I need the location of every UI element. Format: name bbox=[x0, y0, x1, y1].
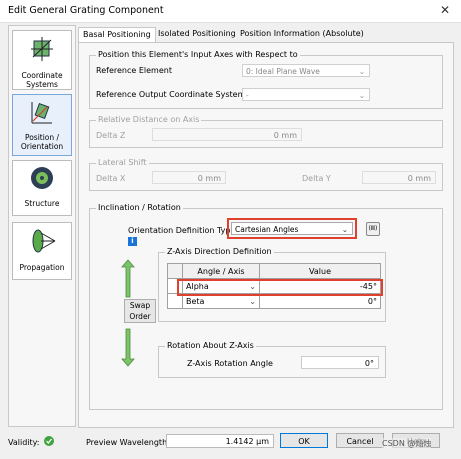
swap-order-button[interactable]: Swap Order bbox=[124, 299, 156, 323]
bottom-bar: Validity: Preview Wavelength 1.4142 µm O… bbox=[0, 428, 461, 459]
tab-position-information[interactable]: Position Information (Absolute) bbox=[236, 27, 368, 41]
delta-z-input[interactable]: 0 mm bbox=[152, 128, 302, 141]
button-label: Order bbox=[129, 312, 151, 321]
nav-label: Position / bbox=[24, 133, 60, 142]
group-title: Rotation About Z-Axis bbox=[165, 341, 256, 350]
delta-y-input[interactable]: 0 mm bbox=[362, 171, 436, 184]
dropdown-value: 0: Ideal Plane Wave bbox=[246, 67, 320, 76]
chevron-down-icon: ⌄ bbox=[358, 91, 365, 100]
dropdown-value: - bbox=[246, 91, 249, 100]
arrow-down-icon bbox=[121, 328, 135, 367]
watermark: CSDN @灿烛 bbox=[382, 438, 432, 449]
position-orientation-icon bbox=[31, 102, 52, 124]
nav-label: Systems bbox=[26, 80, 58, 89]
delta-y-label: Delta Y bbox=[302, 174, 331, 183]
info-icon[interactable]: i bbox=[128, 237, 137, 246]
delta-x-input[interactable]: 0 mm bbox=[152, 171, 226, 184]
nav-label: Propagation bbox=[19, 263, 65, 272]
structure-icon bbox=[31, 167, 53, 189]
nav-structure[interactable]: Structure bbox=[12, 160, 72, 216]
reference-output-dropdown[interactable]: - ⌄ bbox=[242, 88, 370, 101]
nav-label: Orientation bbox=[20, 142, 64, 151]
inclination-rotation-group: Inclination / Rotation Orientation Defin… bbox=[89, 203, 443, 410]
validity-label: Validity: bbox=[8, 438, 40, 447]
reference-element-dropdown[interactable]: 0: Ideal Plane Wave ⌄ bbox=[242, 64, 370, 77]
close-icon[interactable]: ✕ bbox=[440, 3, 450, 17]
reference-element-label: Reference Element bbox=[96, 66, 172, 75]
z-axis-group: Z-Axis Direction Definition Angle / Axis… bbox=[158, 247, 386, 322]
group-title: Lateral Shift bbox=[96, 158, 149, 167]
arrow-up-icon bbox=[121, 259, 135, 298]
title-bar: Edit General Grating Component ✕ bbox=[0, 0, 461, 23]
rotation-angle-label: Z-Axis Rotation Angle bbox=[187, 359, 273, 368]
table-header: Angle / Axis Value bbox=[167, 263, 381, 279]
reference-output-label: Reference Output Coordinate System bbox=[96, 90, 246, 99]
rotation-angle-input[interactable]: 0° bbox=[301, 356, 379, 369]
settings-icon[interactable]: (Ⅲ) bbox=[366, 222, 380, 236]
rotation-z-group: Rotation About Z-Axis Z-Axis Rotation An… bbox=[158, 341, 386, 378]
left-nav: Coordinate Systems Position / Orientatio… bbox=[8, 25, 76, 427]
nav-label: Structure bbox=[24, 199, 60, 208]
highlight-box bbox=[227, 218, 357, 239]
tab-basal-positioning[interactable]: Basal Positioning bbox=[78, 27, 156, 42]
delta-z-label: Delta Z bbox=[96, 131, 126, 140]
nav-label: Coordinate bbox=[21, 71, 63, 80]
header-corner bbox=[167, 263, 183, 279]
window-title: Edit General Grating Component bbox=[8, 5, 164, 16]
chevron-down-icon: ⌄ bbox=[358, 67, 365, 76]
column-header: Value bbox=[259, 263, 381, 279]
cancel-button[interactable]: Cancel bbox=[336, 433, 384, 448]
delta-x-label: Delta X bbox=[96, 174, 126, 183]
propagation-icon bbox=[32, 229, 56, 253]
group-title: Inclination / Rotation bbox=[96, 203, 183, 212]
nav-position-orientation[interactable]: Position / Orientation bbox=[12, 94, 72, 156]
wavelength-label: Preview Wavelength bbox=[86, 438, 168, 447]
chevron-down-icon: ⌄ bbox=[249, 296, 256, 306]
main-panel: Position this Element's Input Axes with … bbox=[78, 42, 454, 428]
axis-value: Beta bbox=[186, 296, 205, 306]
tab-isolated-positioning[interactable]: Isolated Positioning bbox=[154, 27, 240, 41]
lateral-shift-group: Lateral Shift Delta X 0 mm Delta Y 0 mm bbox=[89, 158, 443, 191]
relative-distance-group: Relative Distance on Axis Delta Z 0 mm bbox=[89, 115, 443, 148]
highlight-box bbox=[177, 279, 383, 296]
group-title: Relative Distance on Axis bbox=[96, 115, 202, 124]
group-title: Z-Axis Direction Definition bbox=[165, 247, 274, 256]
input-axes-group: Position this Element's Input Axes with … bbox=[89, 50, 443, 109]
group-title: Position this Element's Input Axes with … bbox=[96, 50, 300, 59]
check-icon bbox=[44, 436, 54, 446]
column-header: Angle / Axis bbox=[182, 263, 260, 279]
wavelength-input[interactable]: 1.4142 µm bbox=[166, 434, 274, 448]
nav-propagation[interactable]: Propagation bbox=[12, 222, 72, 280]
coordinate-systems-icon bbox=[31, 37, 53, 61]
ok-button[interactable]: OK bbox=[280, 433, 328, 448]
button-label: Swap bbox=[129, 301, 151, 310]
nav-coordinate-systems[interactable]: Coordinate Systems bbox=[12, 30, 72, 90]
orientation-type-label: Orientation Definition Type bbox=[128, 226, 236, 235]
